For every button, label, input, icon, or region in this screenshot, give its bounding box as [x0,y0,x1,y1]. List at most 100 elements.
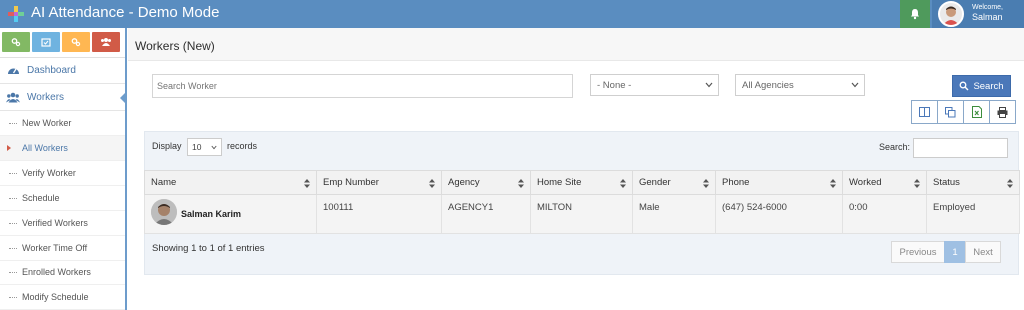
sidebar-item-label: Workers [27,91,65,103]
select-value: - None - [597,79,632,91]
sort-icon [703,179,709,188]
worker-name-cell: Salman Karim [151,199,316,225]
page-size-value: 10 [192,142,202,152]
users-icon [6,90,20,104]
sort-icon [429,179,435,188]
tachometer-icon [6,64,20,78]
chevron-down-icon [851,82,859,88]
search-worker-input[interactable] [152,74,573,98]
notifications-button[interactable] [900,0,930,28]
tree-line [9,198,17,199]
table-tools [911,100,1016,124]
sidebar-item-modify-schedule[interactable]: Modify Schedule [0,285,125,310]
sort-icon [914,179,920,188]
sidebar-item-label: Verify Worker [22,168,76,178]
sidebar-item-schedule[interactable]: Schedule [0,186,125,211]
user-menu[interactable]: Welcome, Salman [932,0,1024,28]
page-1-button[interactable]: 1 [944,241,966,263]
select-value: All Agencies [742,79,794,91]
table-row[interactable]: Salman Karim 100111 AGENCY1 MILTON Male … [144,194,1020,234]
sidebar-item-verify-worker[interactable]: Verify Worker [0,161,125,186]
user-photo-icon [940,3,962,25]
cell-phone: (647) 524-6000 [715,194,843,234]
sidebar-item-verified-workers[interactable]: Verified Workers [0,211,125,236]
calendar-icon [41,38,51,47]
tree-line [9,297,17,298]
sidebar-item-enrolled-workers[interactable]: Enrolled Workers [0,260,125,285]
sidebar-item-dashboard[interactable]: Dashboard [0,58,125,84]
sidebar-item-worker-time-off[interactable]: Worker Time Off [0,236,125,261]
page-size-select[interactable]: 10 [187,138,222,156]
copy-icon [945,106,956,117]
search-icon [959,81,969,91]
copy-button[interactable] [937,100,964,124]
worker-name: Salman Karim [181,208,242,219]
column-header-emp-number[interactable]: Emp Number [316,170,442,195]
page-title: Workers (New) [135,39,215,53]
column-header-worked[interactable]: Worked [842,170,927,195]
cell-gender: Male [632,194,716,234]
sort-icon [1007,179,1013,188]
pagination: Previous 1 Next [891,241,1001,263]
column-visibility-button[interactable] [911,100,938,124]
previous-page-button[interactable]: Previous [891,241,945,263]
print-button[interactable] [989,100,1016,124]
cell-emp-number: 100111 [316,194,442,234]
page-header: Workers (New) [128,28,1024,61]
agency-select[interactable]: All Agencies [735,74,865,96]
sidebar-item-label: Enrolled Workers [22,267,91,277]
app-title: AI Attendance - Demo Mode [31,4,220,21]
table-search-input[interactable] [913,138,1008,158]
column-header-name[interactable]: Name [144,170,317,195]
cell-worked: 0:00 [842,194,927,234]
column-header-agency[interactable]: Agency [441,170,531,195]
columns-icon [919,107,930,117]
table-header-row: Name Emp Number Agency Home Site Gender … [144,170,1020,195]
cogs-icon [71,38,81,47]
shortcut-button-calendar[interactable] [32,32,60,52]
tree-line [9,272,17,273]
tree-line [9,248,17,249]
column-header-status[interactable]: Status [926,170,1020,195]
sort-icon [518,179,524,188]
status-select[interactable]: - None - [590,74,719,96]
chart-icon [11,38,21,47]
next-page-button[interactable]: Next [965,241,1001,263]
tree-line [9,173,17,174]
shortcut-button-stats[interactable] [2,32,30,52]
search-button[interactable]: Search [952,75,1011,97]
users-icon [101,38,111,46]
cell-status: Employed [926,194,1020,234]
logo-icon [8,6,24,22]
sidebar: Dashboard Workers New Worker All Workers… [0,28,127,310]
sidebar-shortcuts [2,32,120,54]
sort-icon [304,179,310,188]
cell-name[interactable]: Salman Karim [144,194,317,234]
records-label: records [227,141,258,151]
column-header-home-site[interactable]: Home Site [530,170,633,195]
sidebar-item-label: Schedule [22,193,60,203]
shortcut-button-users[interactable] [92,32,120,52]
export-excel-button[interactable] [963,100,990,124]
sidebar-item-label: All Workers [22,143,68,153]
sort-icon [620,179,626,188]
sidebar-item-all-workers[interactable]: All Workers [0,136,125,161]
sidebar-item-new-worker[interactable]: New Worker [0,111,125,136]
column-header-gender[interactable]: Gender [632,170,716,195]
cell-home-site: MILTON [530,194,633,234]
column-header-phone[interactable]: Phone [715,170,843,195]
sidebar-item-label: Modify Schedule [22,292,89,302]
sidebar-item-label: Verified Workers [22,218,88,228]
avatar [938,1,964,27]
top-navbar: AI Attendance - Demo Mode Welcome, Salma… [0,0,1024,28]
user-name: Salman [972,12,1003,22]
search-button-label: Search [973,80,1004,92]
chevron-down-icon [211,145,217,150]
sidebar-item-workers[interactable]: Workers [0,84,127,111]
avatar [151,199,177,225]
worker-photo-icon [151,199,177,225]
table-search-label: Search: [879,142,911,152]
tree-line [9,223,17,224]
tree-line [9,123,17,124]
shortcut-button-settings[interactable] [62,32,90,52]
